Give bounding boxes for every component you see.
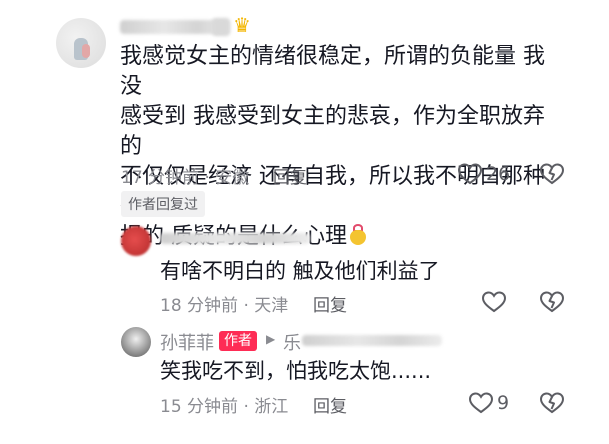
author-avatar[interactable] — [121, 327, 151, 357]
dislike-broken-heart-icon[interactable] — [539, 162, 565, 186]
reply-time-location: 15 分钟前 · 浙江 — [160, 397, 289, 417]
reply-avatar[interactable] — [121, 226, 151, 256]
author-replied-tag: 作者回复过 — [121, 191, 205, 217]
author-username[interactable]: 孙菲菲 — [160, 329, 214, 355]
reply-button[interactable]: 回复 — [313, 291, 347, 316]
reply-text: 有啥不明白的 触及他们利益了 — [160, 259, 440, 283]
username-blurred-extra — [212, 18, 230, 36]
money-bag-icon — [349, 224, 367, 246]
comment-text: 我感觉女主的情绪很稳定，所谓的负能量 我没 感受到 我感受到女主的悲哀，作为全职… — [120, 42, 560, 252]
reply-to-arrow-icon: ▶ — [266, 332, 276, 346]
reply-button[interactable]: 回复 — [313, 392, 347, 417]
dislike-broken-heart-icon[interactable] — [539, 290, 565, 314]
reply-time-location: 18 分钟前 · 天津 — [160, 296, 289, 316]
reply-text: 笑我吃不到，怕我吃太饱...... — [160, 359, 432, 383]
author-badge: 作者 — [219, 331, 257, 351]
reply-to-username[interactable]: 乐 — [283, 329, 301, 355]
like-heart-icon[interactable] — [468, 391, 494, 415]
like-heart-icon[interactable] — [481, 290, 507, 314]
crown-icon: ♛ — [233, 13, 251, 37]
dislike-broken-heart-icon[interactable] — [539, 391, 565, 415]
like-count: 9 — [497, 392, 510, 414]
reply-button[interactable]: 回复 — [273, 163, 307, 188]
like-count: 26 — [486, 163, 511, 185]
comment-line: 我感觉女主的情绪很稳定，所谓的负能量 我没 — [120, 44, 545, 99]
reply-to-username-blurred — [302, 335, 442, 346]
comment-time-location: 17 分钟前 · 安徽 — [121, 168, 250, 188]
avatar[interactable] — [56, 18, 106, 68]
avatar-figure-accent — [82, 44, 90, 58]
reply-username-blurred[interactable] — [160, 233, 310, 244]
comment-line: 感受到 我感受到女主的悲哀，作为全职放弃的 — [120, 104, 545, 159]
like-heart-icon[interactable] — [457, 162, 483, 186]
